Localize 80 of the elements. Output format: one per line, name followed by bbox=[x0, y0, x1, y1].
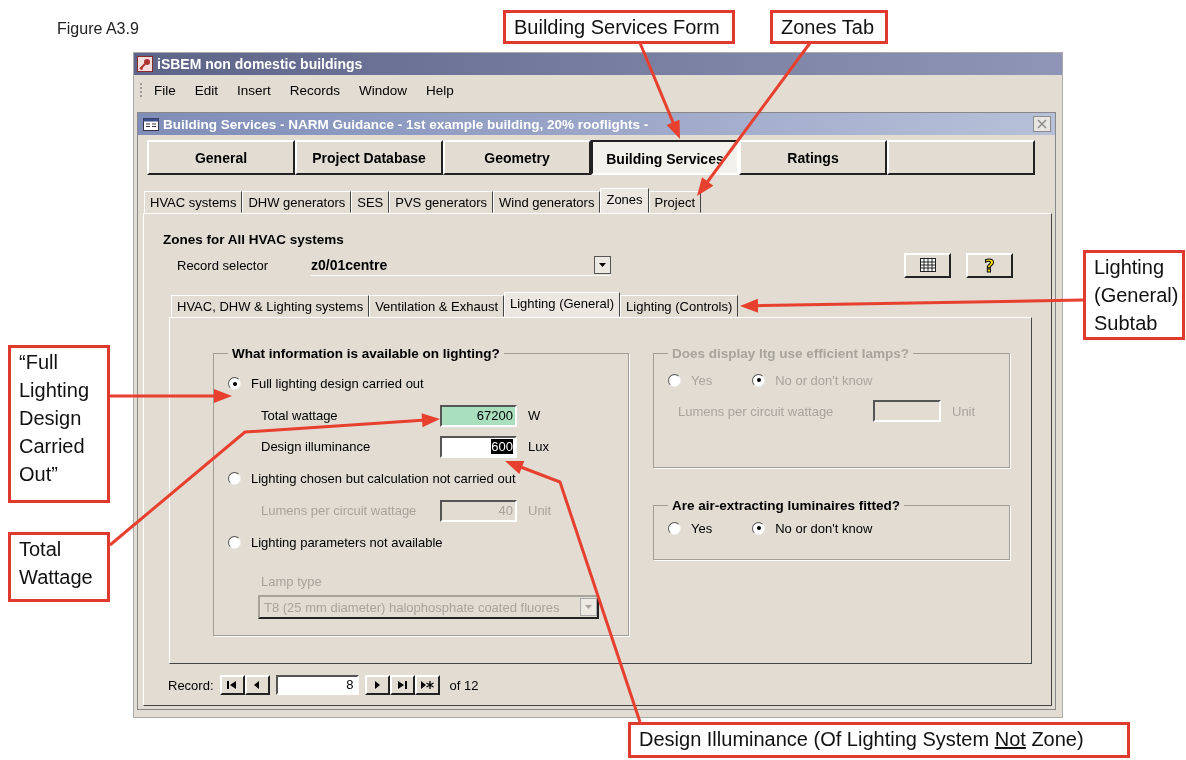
radio-button[interactable] bbox=[228, 536, 241, 549]
menu-item[interactable]: Insert bbox=[237, 82, 271, 98]
section-heading: Zones for All HVAC systems bbox=[163, 232, 345, 247]
field-label: Lumens per circuit wattage bbox=[678, 403, 835, 419]
figure-label: Figure A3.9 bbox=[57, 20, 139, 38]
field-label: Total wattage bbox=[261, 408, 339, 423]
sub-tab[interactable]: Lighting (Controls) bbox=[620, 295, 739, 317]
sub-tab[interactable]: Lighting (General) bbox=[504, 292, 621, 317]
previous-record-button[interactable] bbox=[244, 675, 270, 695]
form-icon bbox=[143, 117, 159, 131]
last-record-button[interactable] bbox=[389, 675, 415, 695]
sub-tab[interactable]: HVAC, DHW & Lighting systems bbox=[171, 295, 370, 317]
radio-button[interactable] bbox=[228, 377, 241, 390]
field-label: Record selector bbox=[177, 257, 270, 273]
main-tab[interactable]: General bbox=[147, 140, 295, 175]
field-label: Design illuminance bbox=[261, 439, 372, 454]
record-selector-dropdown[interactable]: z0/01centre bbox=[311, 254, 611, 276]
app-title: iSBEM non domestic buildings bbox=[157, 56, 363, 72]
radio-button[interactable] bbox=[668, 521, 681, 535]
menu-item[interactable]: File bbox=[154, 82, 176, 98]
unit-label: W bbox=[528, 408, 541, 423]
next-icon bbox=[373, 680, 382, 690]
main-tab[interactable]: Project Database bbox=[295, 140, 443, 175]
callout-label: “Full Lighting Design Carried Out” bbox=[8, 345, 110, 503]
form-title: Building Services - NARM Guidance - 1st example building, 20% rooflights - bbox=[163, 116, 650, 132]
unit-label: Unit bbox=[952, 403, 976, 419]
unit-label: Unit bbox=[528, 503, 552, 518]
radio-label: No or don't know bbox=[775, 372, 873, 388]
record-number-field[interactable]: 8 bbox=[275, 675, 359, 695]
grid-icon bbox=[919, 258, 936, 272]
sub-tab[interactable]: Ventilation & Exhaust bbox=[369, 295, 504, 317]
callout-label: Lighting (General) Subtab bbox=[1083, 250, 1185, 340]
first-icon bbox=[226, 680, 239, 690]
group-title: Does display ltg use efficient lamps? bbox=[671, 346, 911, 361]
sub-tab[interactable]: Zones bbox=[600, 188, 649, 213]
group-title: What information is available on lighting? bbox=[231, 346, 501, 361]
sub-tab[interactable]: HVAC systems bbox=[144, 191, 243, 213]
record-count: of 12 bbox=[449, 677, 479, 693]
radio-label: No or don't know bbox=[775, 520, 873, 536]
radio-label: Full lighting design carried out bbox=[251, 376, 424, 391]
close-icon[interactable] bbox=[1033, 116, 1051, 132]
grip-icon bbox=[140, 83, 144, 97]
field-label: Lumens per circuit wattage bbox=[261, 503, 418, 518]
sub-tab[interactable]: Wind generators bbox=[493, 191, 601, 213]
group-title: Are air-extracting luminaires fitted? bbox=[671, 498, 902, 513]
callout-label: Zones Tab bbox=[770, 10, 888, 44]
unit-label: Lux bbox=[528, 439, 549, 454]
radio-label: Lighting chosen but calculation not carried out bbox=[251, 471, 516, 486]
key-icon bbox=[137, 56, 153, 72]
main-tab[interactable]: Ratings bbox=[739, 140, 887, 175]
input-field[interactable] bbox=[873, 400, 941, 422]
record-label: Record: bbox=[168, 677, 214, 693]
radio-label: Yes bbox=[691, 520, 713, 536]
radio-button[interactable] bbox=[228, 472, 241, 485]
field-label: Lamp type bbox=[261, 573, 322, 589]
sub-tab[interactable]: SES bbox=[351, 191, 390, 213]
first-record-button[interactable] bbox=[219, 675, 245, 695]
sub-tab[interactable]: DHW generators bbox=[242, 191, 352, 213]
radio-label: Yes bbox=[691, 372, 713, 388]
radio-label: Lighting parameters not available bbox=[251, 535, 443, 550]
last-icon bbox=[396, 680, 409, 690]
main-tab[interactable]: Building Services bbox=[591, 140, 739, 175]
callout-label: Building Services Form bbox=[503, 10, 735, 44]
previous-icon bbox=[253, 680, 262, 690]
callout-label: Total Wattage bbox=[8, 532, 110, 602]
menu-item[interactable]: Records bbox=[289, 82, 341, 98]
input-field[interactable]: 67200 bbox=[440, 404, 517, 427]
table-button[interactable] bbox=[904, 252, 951, 278]
menu-item[interactable]: Help bbox=[426, 82, 454, 98]
new-record-icon bbox=[420, 680, 435, 690]
sub-tab[interactable]: PVS generators bbox=[389, 191, 494, 213]
menu-item[interactable]: Window bbox=[359, 82, 408, 98]
sub-tab[interactable]: Project bbox=[648, 191, 702, 213]
menu-item[interactable]: Edit bbox=[194, 82, 219, 98]
radio-button[interactable] bbox=[752, 521, 766, 535]
input-field[interactable]: 600 bbox=[440, 435, 517, 458]
callout-label: Design Illuminance (Of Lighting System Not Zone) bbox=[628, 722, 1130, 758]
next-record-button[interactable] bbox=[364, 675, 390, 695]
main-tab[interactable]: Geometry bbox=[443, 140, 591, 175]
new-record-button[interactable] bbox=[414, 675, 440, 695]
